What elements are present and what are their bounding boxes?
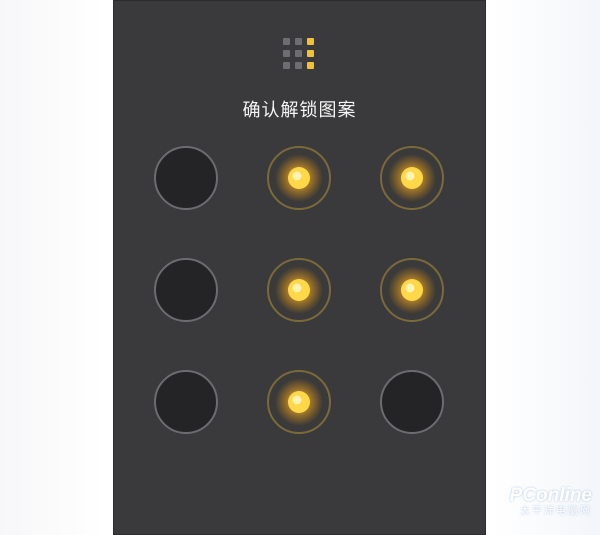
- node-ring: [154, 146, 218, 210]
- lock-screen: 确认解锁图案: [113, 0, 486, 535]
- pattern-grid[interactable]: [113, 0, 486, 535]
- node-ring: [154, 370, 218, 434]
- node-highlight: [405, 283, 415, 293]
- node-ring: [154, 258, 218, 322]
- pattern-node-selected[interactable]: [267, 370, 331, 434]
- node-highlight: [292, 171, 302, 181]
- watermark-brand: PConline: [509, 485, 592, 506]
- watermark-logo: PConline 太平洋电脑网: [482, 485, 592, 521]
- node-highlight: [292, 395, 302, 405]
- node-highlight: [405, 171, 415, 181]
- node-ring: [380, 370, 444, 434]
- pattern-node[interactable]: [380, 370, 444, 434]
- node-highlight: [292, 283, 302, 293]
- pattern-node[interactable]: [154, 258, 218, 322]
- watermark-subtitle: 太平洋电脑网: [520, 506, 592, 517]
- pattern-node-selected[interactable]: [267, 146, 331, 210]
- pattern-node-selected[interactable]: [267, 258, 331, 322]
- pattern-node[interactable]: [154, 370, 218, 434]
- pattern-node[interactable]: [154, 146, 218, 210]
- screenshot-stage: 确认解锁图案 PConline 太平洋电脑网: [0, 0, 600, 535]
- pattern-node-selected[interactable]: [380, 258, 444, 322]
- pattern-node-selected[interactable]: [380, 146, 444, 210]
- pattern-nodes: [154, 146, 444, 434]
